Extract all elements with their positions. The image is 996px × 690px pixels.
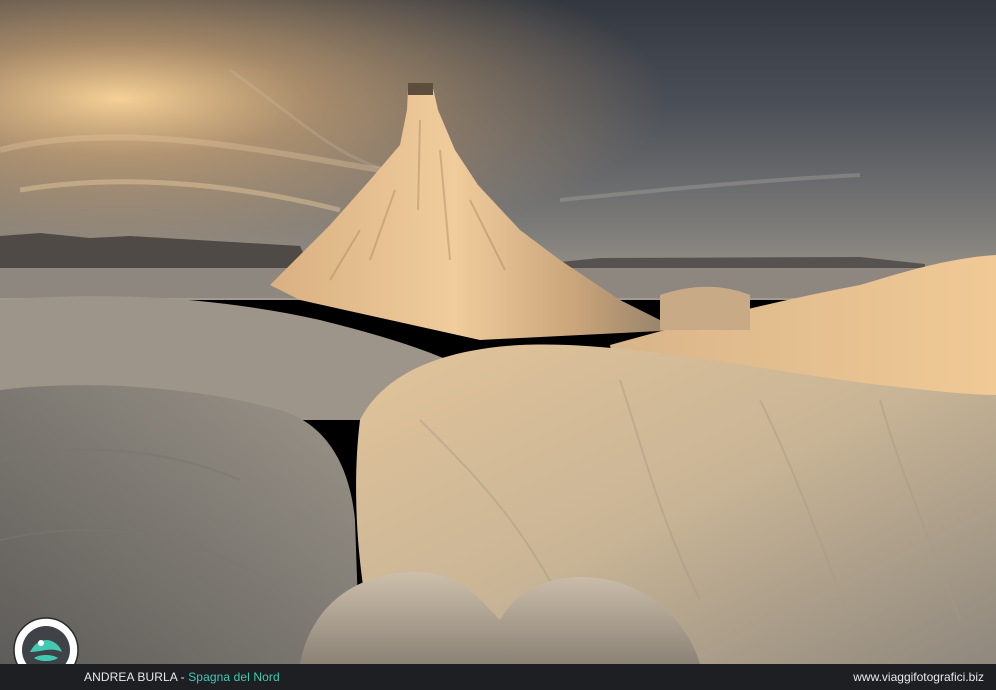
gallery-title: Spagna del Nord bbox=[188, 670, 280, 684]
caption-bar: ANDREA BURLA - Spagna del Nord www.viagg… bbox=[0, 664, 996, 690]
website-link[interactable]: www.viaggifotografici.biz bbox=[853, 670, 984, 684]
author-name: ANDREA BURLA bbox=[84, 670, 178, 684]
caption-credit: ANDREA BURLA - Spagna del Nord bbox=[84, 670, 280, 684]
photo-viewer: ANDREA BURLA - Spagna del Nord www.viagg… bbox=[0, 0, 996, 690]
caption-separator: - bbox=[177, 670, 189, 684]
landscape-photo bbox=[0, 0, 996, 664]
